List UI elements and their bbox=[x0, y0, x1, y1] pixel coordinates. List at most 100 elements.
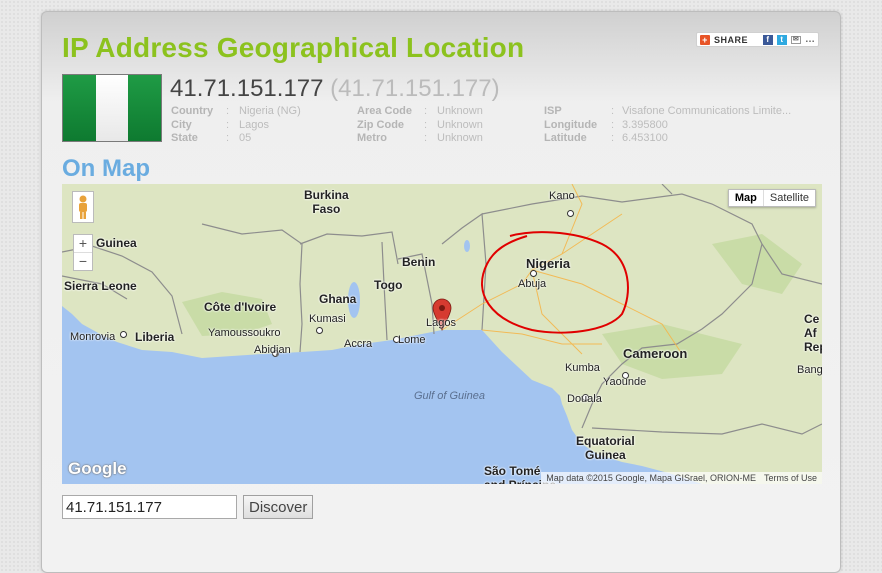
info-column-location: Country: Nigeria (NG) City: Lagos State:05 bbox=[171, 105, 301, 146]
map-label-monrovia: Monrovia bbox=[70, 331, 116, 343]
isp-row: ISP: Visafone Communications Limite... bbox=[544, 105, 791, 119]
latitude-row: Latitude:6.453100 bbox=[544, 132, 791, 146]
longitude-value: 3.395800 bbox=[622, 118, 668, 131]
facebook-icon[interactable]: f bbox=[763, 34, 773, 45]
map-label-burkina-faso: Burkina Faso bbox=[304, 188, 349, 216]
map-label-kano: Kano bbox=[549, 190, 575, 202]
state-label: State bbox=[171, 132, 198, 144]
terms-of-use-link[interactable]: Terms of Use bbox=[764, 473, 817, 483]
google-map[interactable]: Burkina Faso Guinea Sierra Leone Côte d'… bbox=[62, 184, 822, 484]
longitude-row: Longitude:3.395800 bbox=[544, 119, 791, 133]
area-code-value: Unknown bbox=[437, 105, 483, 117]
street-view-pegman-icon[interactable] bbox=[72, 191, 94, 223]
latitude-value: 6.453100 bbox=[622, 132, 668, 144]
info-column-network: ISP: Visafone Communications Limite... Lo… bbox=[544, 105, 791, 146]
map-label-accra: Accra bbox=[344, 338, 373, 350]
zip-code-label: Zip Code bbox=[357, 118, 405, 131]
map-label-car: Ce Af Rep bbox=[804, 312, 822, 354]
separator: : bbox=[424, 118, 428, 131]
zip-code-value: Unknown bbox=[437, 118, 483, 131]
map-label-kumba: Kumba bbox=[565, 362, 600, 374]
map-label-lome: Lome bbox=[398, 334, 426, 346]
flag-white-stripe bbox=[95, 75, 129, 141]
city-dot-kano bbox=[567, 210, 574, 217]
map-label-douala: Douala bbox=[567, 393, 602, 405]
map-label-yamoussoukro: Yamoussoukro bbox=[208, 327, 281, 339]
area-code-label: Area Code bbox=[357, 105, 413, 117]
country-label: Country bbox=[171, 105, 214, 117]
zoom-in-button[interactable]: + bbox=[74, 235, 92, 252]
nigeria-flag bbox=[62, 74, 162, 142]
separator: : bbox=[226, 105, 230, 117]
discover-button[interactable]: Discover bbox=[243, 495, 314, 519]
separator: : bbox=[611, 132, 615, 144]
country-row: Country: Nigeria (NG) bbox=[171, 105, 301, 119]
hand-drawn-circle-annotation bbox=[481, 231, 629, 334]
map-label-benin: Benin bbox=[402, 255, 436, 269]
map-label-ghana: Ghana bbox=[319, 292, 357, 306]
isp-value: Visafone Communications Limite... bbox=[622, 105, 792, 117]
ip-heading: 41.71.151.177 (41.71.151.177) bbox=[170, 75, 500, 103]
info-column-codes: Area Code: Unknown Zip Code: Unknown Metro… bbox=[357, 105, 483, 146]
country-value: Nigeria (NG) bbox=[239, 105, 301, 117]
map-type-map-button[interactable]: Map bbox=[729, 190, 764, 206]
ip-address: 41.71.151.177 bbox=[170, 75, 324, 102]
map-label-gulf-of-guinea: Gulf of Guinea bbox=[414, 390, 485, 402]
twitter-icon[interactable]: t bbox=[777, 34, 787, 45]
map-footer: Map data ©2015 Google, Mapa GISrael, ORI… bbox=[541, 472, 822, 484]
separator: : bbox=[611, 105, 615, 117]
longitude-label: Longitude bbox=[544, 118, 598, 131]
map-label-lagos: Lagos bbox=[426, 317, 456, 329]
city-row: City: Lagos bbox=[171, 119, 301, 133]
map-heading: On Map bbox=[62, 155, 150, 182]
map-label-abidjan: Abidjan bbox=[254, 344, 291, 356]
zip-code-row: Zip Code: Unknown bbox=[357, 119, 483, 133]
separator: : bbox=[226, 118, 230, 131]
state-value: 05 bbox=[239, 132, 252, 144]
flag-green-stripe-right bbox=[128, 75, 161, 141]
separator: : bbox=[424, 132, 428, 144]
separator: : bbox=[226, 132, 230, 144]
map-label-equatorial-guinea: Equatorial Guinea bbox=[576, 434, 635, 462]
flag-green-stripe-left bbox=[63, 75, 96, 141]
map-label-guinea: Guinea bbox=[96, 236, 137, 250]
city-value: Lagos bbox=[239, 118, 269, 131]
google-logo[interactable]: Google bbox=[68, 459, 127, 479]
zoom-out-button[interactable]: − bbox=[74, 252, 92, 270]
map-label-liberia: Liberia bbox=[135, 330, 175, 344]
main-panel: IP Address Geographical Location + SHARE… bbox=[41, 11, 841, 573]
separator: : bbox=[424, 105, 428, 117]
map-type-control[interactable]: Map Satellite bbox=[727, 189, 816, 207]
metro-label: Metro bbox=[357, 132, 387, 144]
map-attribution: Map data ©2015 Google, Mapa GISrael, ORI… bbox=[546, 473, 756, 483]
map-label-cote-divoire: Côte d'Ivoire bbox=[204, 300, 277, 314]
map-label-yaounde: Yaounde bbox=[603, 376, 647, 388]
share-label[interactable]: SHARE bbox=[714, 35, 759, 45]
map-label-togo: Togo bbox=[374, 278, 403, 292]
isp-label: ISP bbox=[544, 105, 562, 117]
plus-icon[interactable]: + bbox=[700, 34, 710, 45]
zoom-control[interactable]: + − bbox=[73, 234, 93, 271]
area-code-row: Area Code: Unknown bbox=[357, 105, 483, 119]
city-label: City bbox=[171, 118, 192, 131]
city-dot-abuja bbox=[530, 270, 537, 277]
map-label-cameroon: Cameroon bbox=[623, 346, 688, 361]
ip-resolved: (41.71.151.177) bbox=[330, 75, 500, 102]
metro-row: Metro: Unknown bbox=[357, 132, 483, 146]
city-dot-monrovia bbox=[120, 331, 127, 338]
map-label-nigeria: Nigeria bbox=[526, 256, 571, 271]
kainji-lake bbox=[464, 240, 470, 252]
map-canvas[interactable] bbox=[62, 184, 822, 484]
pegman-icon bbox=[79, 195, 87, 219]
state-row: State:05 bbox=[171, 132, 301, 146]
ip-search-input[interactable] bbox=[62, 495, 237, 519]
map-label-abuja: Abuja bbox=[518, 278, 547, 290]
more-icon[interactable]: … bbox=[805, 34, 815, 45]
share-widget[interactable]: + SHARE f t ✉ … bbox=[696, 32, 819, 47]
map-label-bangui: Bangui bbox=[797, 364, 822, 376]
separator: : bbox=[611, 118, 615, 131]
metro-value: Unknown bbox=[437, 132, 483, 144]
map-label-sierra-leone: Sierra Leone bbox=[64, 279, 137, 293]
email-icon[interactable]: ✉ bbox=[791, 35, 801, 44]
map-type-satellite-button[interactable]: Satellite bbox=[764, 190, 815, 206]
